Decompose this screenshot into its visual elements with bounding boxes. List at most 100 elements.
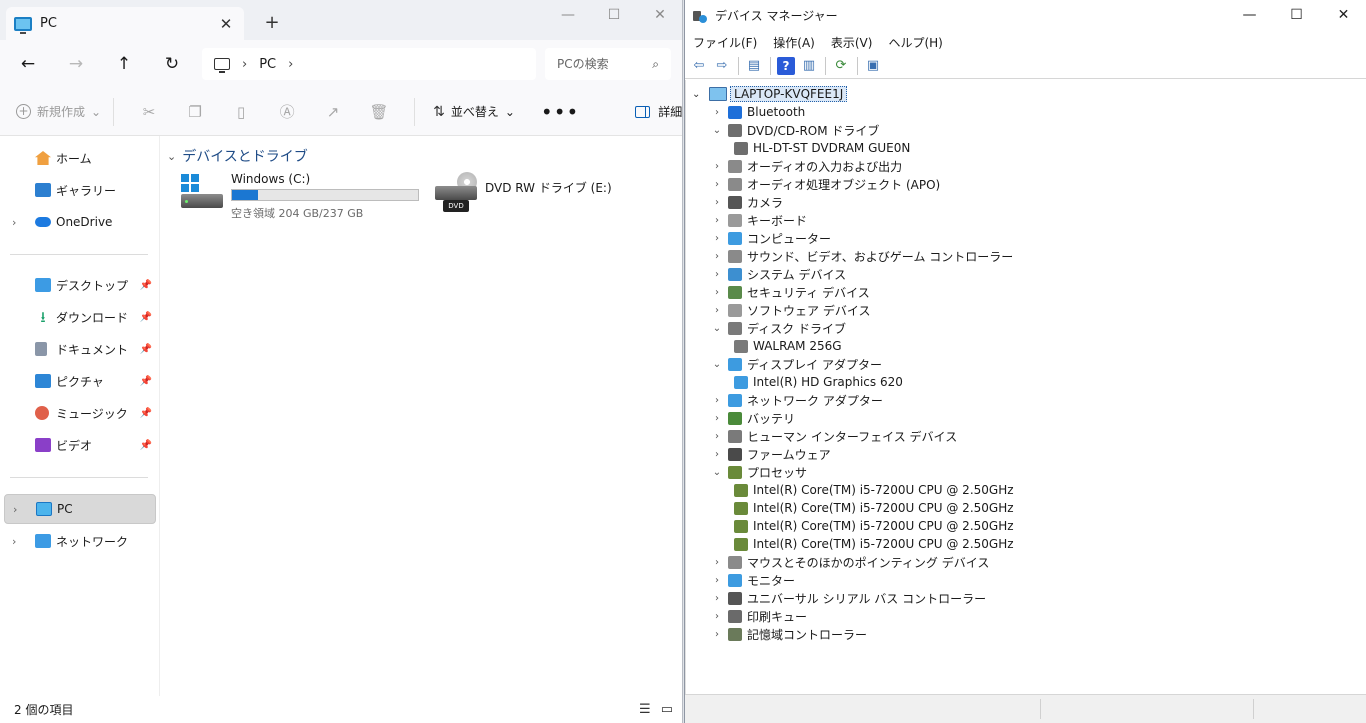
sidebar-item-documents[interactable]: ドキュメント 📌 <box>4 334 156 364</box>
sidebar-item-music[interactable]: ミュージック 📌 <box>4 398 156 428</box>
device-item[interactable]: Intel(R) Core(TM) i5-7200U CPU @ 2.50GHz <box>730 481 1014 499</box>
breadcrumb-separator[interactable]: › <box>242 57 247 72</box>
forward-arrow-icon[interactable]: ⇨ <box>713 57 731 75</box>
device-category[interactable]: › ヒューマン インターフェイス デバイス <box>710 427 957 445</box>
chevron-right-icon[interactable]: › <box>710 305 724 316</box>
group-header-devices[interactable]: ⌄ デバイスとドライブ <box>167 146 308 166</box>
details-pane-button[interactable]: 詳細 <box>635 103 682 120</box>
more-options-button[interactable]: ••• <box>541 100 579 124</box>
device-category[interactable]: ⌄ ディスク ドライブ <box>710 319 846 337</box>
device-category[interactable]: › オーディオ処理オブジェクト (APO) <box>710 175 940 193</box>
up-button[interactable]: ↑ <box>111 52 137 76</box>
sort-button[interactable]: ⇅ 並べ替え ⌄ <box>433 103 515 120</box>
chevron-down-icon[interactable]: ⌄ <box>710 467 724 478</box>
drive-e-item[interactable]: DVD DVD RW ドライブ (E:) <box>435 172 635 222</box>
chevron-right-icon[interactable]: › <box>710 575 724 586</box>
device-category[interactable]: › サウンド、ビデオ、およびゲーム コントローラー <box>710 247 1013 265</box>
chevron-right-icon[interactable]: › <box>710 179 724 190</box>
close-button[interactable]: ✕ <box>1320 0 1366 31</box>
chevron-right-icon[interactable]: › <box>12 535 16 548</box>
pin-icon[interactable]: 📌 <box>140 344 152 355</box>
back-button[interactable]: ← <box>15 52 41 76</box>
pin-icon[interactable]: 📌 <box>140 440 152 451</box>
device-category[interactable]: › モニター <box>710 571 795 589</box>
tree-root[interactable]: ⌄ LAPTOP-KVQFEE1J <box>692 85 848 103</box>
chevron-down-icon[interactable]: ⌄ <box>692 89 706 100</box>
breadcrumb-separator[interactable]: › <box>288 57 293 72</box>
sidebar-item-videos[interactable]: ビデオ 📌 <box>4 430 156 460</box>
pin-icon[interactable]: 📌 <box>140 376 152 387</box>
maximize-button[interactable]: ☐ <box>591 0 637 32</box>
chevron-down-icon[interactable]: ⌄ <box>710 323 724 334</box>
sidebar-item-downloads[interactable]: ⭳ ダウンロード 📌 <box>4 302 156 332</box>
device-category[interactable]: ⌄ プロセッサ <box>710 463 807 481</box>
chevron-right-icon[interactable]: › <box>710 449 724 460</box>
view-icon[interactable]: ▥ <box>800 57 818 75</box>
menu-view[interactable]: 表示(V) <box>831 34 873 51</box>
menu-file[interactable]: ファイル(F) <box>693 34 757 51</box>
chevron-right-icon[interactable]: › <box>710 161 724 172</box>
device-item[interactable]: Intel(R) Core(TM) i5-7200U CPU @ 2.50GHz <box>730 499 1014 517</box>
device-category[interactable]: › オーディオの入力および出力 <box>710 157 902 175</box>
device-category[interactable]: › システム デバイス <box>710 265 846 283</box>
chevron-down-icon[interactable]: ⌄ <box>710 359 724 370</box>
properties-icon[interactable]: ▤ <box>745 57 763 75</box>
device-category[interactable]: ⌄ DVD/CD-ROM ドライブ <box>710 121 879 139</box>
chevron-right-icon[interactable]: › <box>710 233 724 244</box>
sidebar-item-gallery[interactable]: ギャラリー <box>4 175 156 205</box>
device-category[interactable]: › キーボード <box>710 211 807 229</box>
device-item[interactable]: Intel(R) HD Graphics 620 <box>730 373 903 391</box>
device-category[interactable]: › バッテリ <box>710 409 795 427</box>
maximize-button[interactable]: ☐ <box>1273 0 1320 31</box>
chevron-right-icon[interactable]: › <box>710 269 724 280</box>
pin-icon[interactable]: 📌 <box>140 280 152 291</box>
pin-icon[interactable]: 📌 <box>140 408 152 419</box>
sidebar-item-pictures[interactable]: ピクチャ 📌 <box>4 366 156 396</box>
copy-icon[interactable]: ❐ <box>184 101 206 123</box>
search-box[interactable]: ⌕ <box>545 48 671 80</box>
chevron-right-icon[interactable]: › <box>710 107 724 118</box>
share-icon[interactable]: ↗ <box>322 101 344 123</box>
device-category[interactable]: › ユニバーサル シリアル バス コントローラー <box>710 589 986 607</box>
chevron-right-icon[interactable]: › <box>710 215 724 226</box>
sidebar-item-home[interactable]: ホーム <box>4 143 156 173</box>
device-category[interactable]: › 印刷キュー <box>710 607 807 625</box>
forward-button[interactable]: → <box>63 52 89 76</box>
search-icon[interactable]: ⌕ <box>652 57 659 72</box>
address-bar[interactable]: › PC › <box>202 48 536 80</box>
chevron-right-icon[interactable]: › <box>710 431 724 442</box>
device-category[interactable]: › セキュリティ デバイス <box>710 283 870 301</box>
back-arrow-icon[interactable]: ⇦ <box>690 57 708 75</box>
delete-icon[interactable]: 🗑 <box>368 101 390 123</box>
device-category[interactable]: › 記憶域コントローラー <box>710 625 867 643</box>
refresh-button[interactable]: ↻ <box>159 52 185 76</box>
device-category[interactable]: › ネットワーク アダプター <box>710 391 883 409</box>
device-item[interactable]: WALRAM 256G <box>730 337 842 355</box>
chevron-right-icon[interactable]: › <box>710 611 724 622</box>
device-category[interactable]: › コンピューター <box>710 229 831 247</box>
chevron-right-icon[interactable]: › <box>710 251 724 262</box>
tiles-view-icon[interactable]: ▭ <box>661 702 673 717</box>
scan-hardware-icon[interactable]: ⟳ <box>832 57 850 75</box>
new-tab-button[interactable]: + <box>262 12 282 33</box>
paste-icon[interactable]: ▯ <box>230 101 252 123</box>
sidebar-item-desktop[interactable]: デスクトップ 📌 <box>4 270 156 300</box>
chevron-right-icon[interactable]: › <box>710 593 724 604</box>
details-view-icon[interactable]: ☰ <box>639 702 651 717</box>
close-button[interactable]: ✕ <box>637 0 682 32</box>
pin-icon[interactable]: 📌 <box>140 312 152 323</box>
tab-pc[interactable]: PC ✕ <box>6 7 244 40</box>
device-item[interactable]: HL-DT-ST DVDRAM GUE0N <box>730 139 910 157</box>
search-input[interactable] <box>557 57 637 71</box>
sidebar-item-pc[interactable]: › PC <box>4 494 156 524</box>
device-category[interactable]: › マウスとそのほかのポインティング デバイス <box>710 553 989 571</box>
chevron-right-icon[interactable]: › <box>12 216 16 229</box>
chevron-right-icon[interactable]: › <box>710 197 724 208</box>
rename-icon[interactable]: Ⓐ <box>276 101 298 123</box>
menu-help[interactable]: ヘルプ(H) <box>888 34 942 51</box>
menu-action[interactable]: 操作(A) <box>773 34 815 51</box>
sidebar-item-network[interactable]: › ネットワーク <box>4 526 156 556</box>
chevron-right-icon[interactable]: › <box>13 503 17 516</box>
breadcrumb-pc[interactable]: PC <box>259 57 276 72</box>
chevron-down-icon[interactable]: ⌄ <box>710 125 724 136</box>
